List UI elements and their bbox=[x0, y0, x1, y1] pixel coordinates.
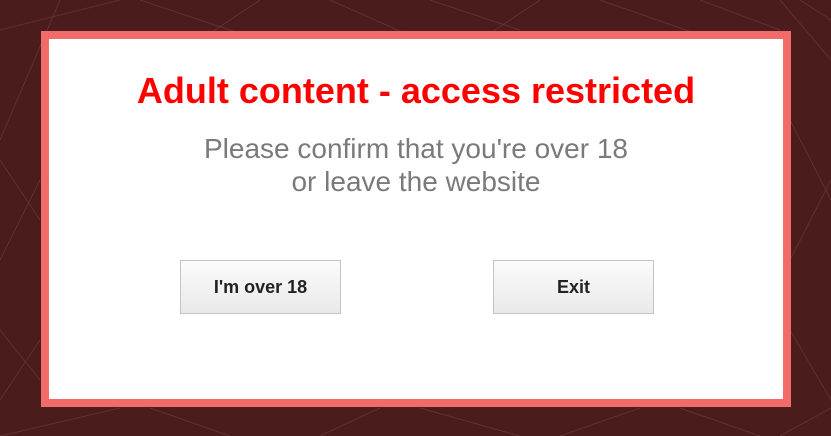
exit-button[interactable]: Exit bbox=[493, 260, 654, 314]
dialog-title: Adult content - access restricted bbox=[136, 70, 696, 111]
dialog-content: Adult content - access restricted Please… bbox=[49, 39, 783, 399]
dialog-message-line-1: Please confirm that you're over 18 bbox=[203, 133, 628, 164]
confirm-age-button[interactable]: I'm over 18 bbox=[180, 260, 341, 314]
age-gate-dialog: Adult content - access restricted Please… bbox=[41, 31, 791, 407]
dialog-message: Please confirm that you're over 18 or le… bbox=[49, 132, 783, 198]
dialog-message-line-2: or leave the website bbox=[291, 166, 541, 197]
